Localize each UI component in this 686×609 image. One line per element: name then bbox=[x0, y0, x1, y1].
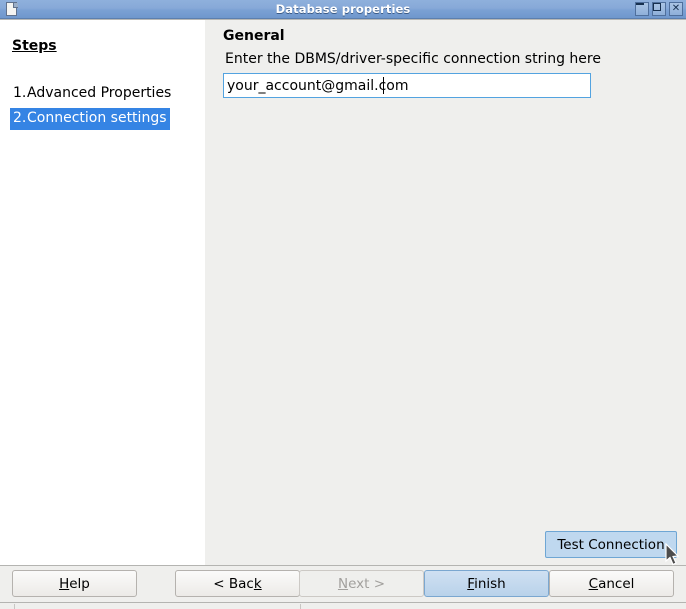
window-titlebar: Database properties ✕ bbox=[0, 0, 686, 19]
step-row-1: 1.Advanced Properties bbox=[10, 82, 200, 105]
finish-button[interactable]: Finish bbox=[424, 570, 549, 597]
close-icon[interactable]: ✕ bbox=[669, 2, 683, 16]
back-button[interactable]: < Back bbox=[175, 570, 300, 597]
window-title: Database properties bbox=[275, 2, 411, 16]
step-label-1: Advanced Properties bbox=[27, 85, 172, 101]
steps-pane: Steps 1.Advanced Properties 2.Connection… bbox=[0, 19, 205, 565]
back-button-label-pre: < Bac bbox=[213, 576, 254, 592]
steps-heading: Steps bbox=[12, 38, 57, 54]
cancel-button-label-rest: ancel bbox=[598, 576, 635, 592]
connection-string-input[interactable] bbox=[223, 73, 591, 98]
sidebar-item-advanced-properties[interactable]: 1.Advanced Properties bbox=[10, 83, 174, 105]
steps-list: 1.Advanced Properties 2.Connection setti… bbox=[10, 82, 200, 132]
next-button-label-rest: ext > bbox=[348, 576, 386, 592]
database-properties-dialog: Database properties ✕ Steps 1.Advanced P… bbox=[0, 0, 686, 609]
dialog-button-bar: Help < Back Next > Finish Cancel bbox=[0, 565, 686, 602]
step-row-2: 2.Connection settings bbox=[10, 107, 200, 130]
content-pane: General Enter the DBMS/driver-specific c… bbox=[205, 19, 686, 565]
help-button[interactable]: Help bbox=[12, 570, 137, 597]
minimize-icon[interactable] bbox=[635, 2, 649, 16]
finish-button-label-rest: inish bbox=[474, 576, 506, 592]
step-number-1: 1. bbox=[13, 85, 27, 101]
section-title-general: General bbox=[223, 28, 285, 44]
next-button: Next > bbox=[299, 570, 424, 597]
step-label-2: Connection settings bbox=[27, 110, 167, 126]
maximize-icon[interactable] bbox=[652, 2, 666, 16]
window-bottom-strip bbox=[0, 602, 686, 609]
step-number-2: 2. bbox=[13, 110, 27, 126]
text-caret bbox=[383, 77, 384, 94]
test-connection-button[interactable]: Test Connection bbox=[545, 531, 677, 558]
window-controls: ✕ bbox=[635, 2, 683, 16]
help-button-label-rest: elp bbox=[69, 576, 90, 592]
cancel-button[interactable]: Cancel bbox=[549, 570, 674, 597]
dialog-body: Steps 1.Advanced Properties 2.Connection… bbox=[0, 19, 686, 565]
connection-string-label: Enter the DBMS/driver-specific connectio… bbox=[225, 51, 601, 67]
sidebar-item-connection-settings[interactable]: 2.Connection settings bbox=[10, 108, 170, 130]
